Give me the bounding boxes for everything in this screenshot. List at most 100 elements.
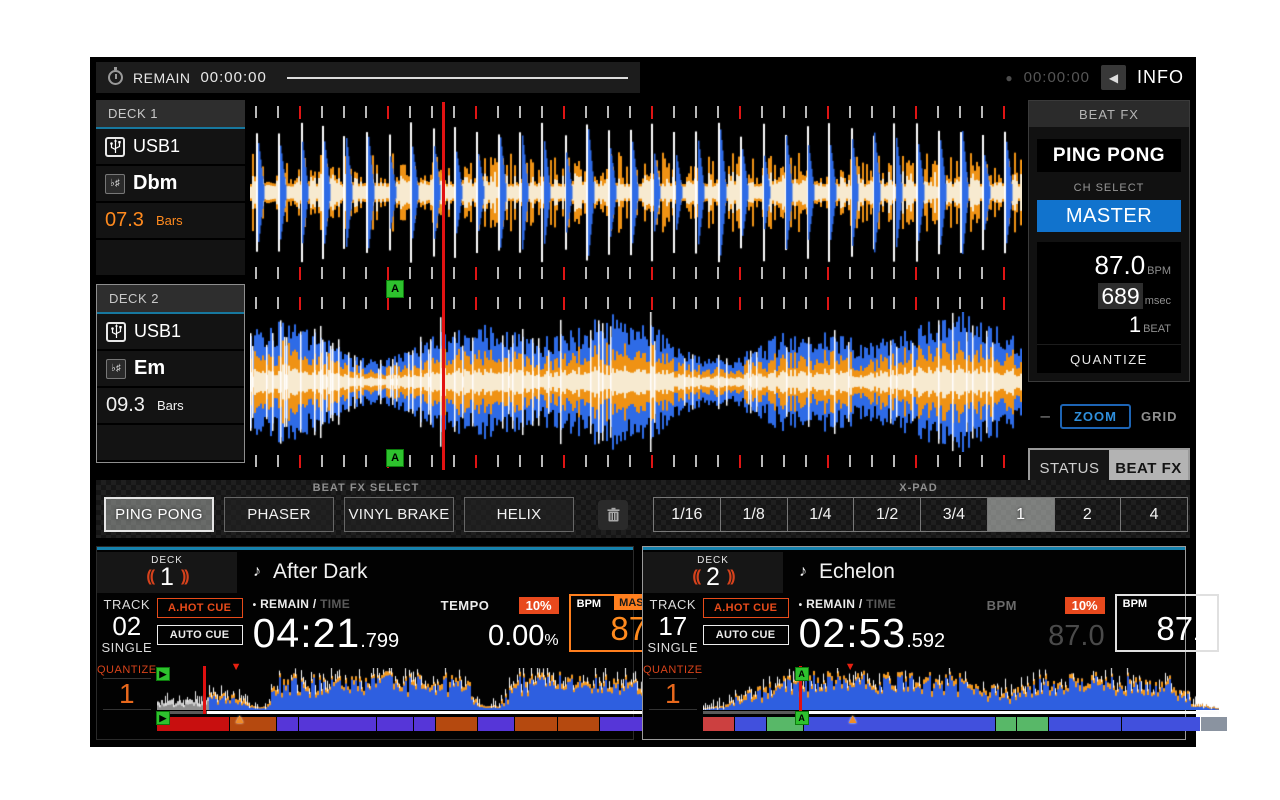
deck2-panel-title: DECK 2 (97, 285, 244, 314)
key-icon: ♭♯ (106, 359, 126, 379)
deck1-hot-cue-indicator: A.HOT CUE (157, 598, 243, 618)
remain-mode-label[interactable]: REMAIN (260, 597, 309, 611)
playhead-line (442, 102, 445, 470)
quantize-label: QUANTIZE (97, 664, 157, 676)
deck1-time-main: 04:21 (253, 610, 361, 656)
back-arrow-button[interactable]: ◀ (1101, 65, 1126, 90)
slash: / (313, 597, 317, 611)
deck2-source: USB1 (134, 321, 181, 342)
deck2-key-row: ♭♯ Em (97, 351, 244, 388)
fx-button-vinyl-brake[interactable]: VINYL BRAKE (344, 497, 454, 532)
music-note-icon: ♪ (799, 563, 807, 581)
overview-cue-marker: ▶ (156, 667, 170, 681)
xpad-2[interactable]: 2 (1054, 498, 1121, 531)
deck2-zoom-waveform (250, 312, 1022, 452)
grid-toggle-button[interactable]: GRID (1141, 409, 1178, 424)
deck1-info-panel[interactable]: DECK 1 USB1 ♭♯ Dbm 07.3 Bars (96, 100, 245, 277)
deck2-time-frac: .592 (906, 630, 945, 652)
key-icon: ♭♯ (105, 174, 125, 194)
deck1-track-number: 02 (97, 612, 157, 640)
usb-icon (106, 322, 126, 342)
phrase-cue-marker: A (795, 711, 809, 725)
phrase-marker-icon: ▲ (846, 711, 859, 726)
fx-button-ping-pong[interactable]: PING PONG (104, 497, 214, 532)
main-waveform-area[interactable]: A A (250, 100, 1022, 472)
trash-icon (606, 507, 621, 523)
usb-icon (105, 137, 125, 157)
time-mode-label[interactable]: TIME (866, 597, 896, 611)
remain-time: 00:00:00 (200, 69, 266, 86)
deck2-tempo-range-badge: 10% (1065, 597, 1105, 614)
music-note-icon: ♪ (253, 563, 261, 581)
zoom-toggle-button[interactable]: ZOOM (1060, 404, 1131, 429)
deck2-source-row: USB1 (97, 314, 244, 351)
deck1-play-mode: SINGLE (97, 640, 157, 655)
fx-button-phaser[interactable]: PHASER (224, 497, 334, 532)
deck2-bars-value: 09.3 (106, 394, 145, 417)
beatfx-select-label: BEAT FX SELECT (96, 482, 636, 494)
deck1-hotcue-a-marker: A (386, 280, 404, 298)
xpad-cells: 1/16 1/8 1/4 1/2 3/4 1 2 4 (653, 497, 1188, 532)
deck1-empty-row (96, 240, 245, 277)
time-mode-label[interactable]: TIME (320, 597, 350, 611)
beatfx-title: BEAT FX (1029, 101, 1189, 127)
beatfx-msec-unit: msec (1145, 295, 1171, 307)
phrase-marker-icon: ▲ (233, 711, 246, 726)
beatfx-values: 87.0BPM 689msec 1BEAT (1037, 242, 1181, 344)
record-indicator-icon: ● (1005, 71, 1012, 85)
xpad-1-8[interactable]: 1/8 (720, 498, 787, 531)
deck2-info-row: A.HOT CUE AUTO CUE • REMAIN / TIME 02:53… (703, 594, 1219, 658)
deck1-status-panel[interactable]: DECK (( 1 )) ♪ After Dark TRACK 02 SINGL… (96, 546, 634, 740)
xpad-1-4[interactable]: 1/4 (787, 498, 854, 531)
deck2-status-panel[interactable]: DECK (( 2 )) ♪ Echelon TRACK 17 SINGLE Q… (642, 546, 1186, 740)
deck1-zoom-waveform (250, 122, 1022, 263)
deck1-badge: DECK (( 1 )) (97, 552, 237, 593)
deck1-bars-unit: Bars (156, 213, 183, 228)
deck2-overview-waveform[interactable]: ▼▲AA (703, 665, 1219, 731)
deck1-tempo-value: 0.00 (488, 620, 544, 652)
deck2-track-col: TRACK 17 SINGLE QUANTIZE 1 (643, 594, 703, 737)
deck2-track-number: 17 (643, 612, 703, 640)
deck2-bars-unit: Bars (157, 398, 184, 413)
xpad-3-4[interactable]: 3/4 (920, 498, 987, 531)
deck1-overview-canvas (157, 668, 673, 710)
deck2-overview-canvas (703, 668, 1219, 710)
deck2-time-main: 02:53 (799, 610, 907, 656)
deck2-quantize-value: 1 (649, 678, 697, 710)
deck2-empty-row (97, 425, 244, 462)
zoom-minus[interactable]: – (1041, 406, 1050, 426)
xpad-1-16[interactable]: 1/16 (654, 498, 720, 531)
deck2-info-panel[interactable]: DECK 2 USB1 ♭♯ Em 09.3 Bars (96, 284, 245, 463)
xpad-1-2[interactable]: 1/2 (853, 498, 920, 531)
xpad-4[interactable]: 4 (1120, 498, 1187, 531)
beatfx-bpm-value: 87.0 (1095, 250, 1146, 280)
overview-cue-marker: A (795, 667, 809, 681)
deck1-track-title: After Dark (273, 560, 368, 584)
deck2-progress-line (703, 711, 1219, 714)
trash-button[interactable] (598, 500, 628, 530)
remain-mode-label[interactable]: REMAIN (806, 597, 855, 611)
deck2-bpm-value: 87 (1156, 610, 1193, 647)
deck2-beat-ticks-top (250, 297, 1022, 310)
deck2-key: Em (134, 357, 165, 380)
cue-triangle-icon: ▼ (231, 661, 242, 673)
deck1-source-row: USB1 (96, 129, 245, 166)
beatfx-effect-name: PING PONG (1037, 139, 1181, 172)
deck1-overview-waveform[interactable]: ▼▲▶▶ (157, 665, 673, 731)
info-label: INFO (1137, 67, 1184, 88)
left-arc-icon: (( (146, 566, 153, 588)
cue-triangle-icon: ▼ (845, 661, 856, 673)
fx-button-helix[interactable]: HELIX (464, 497, 574, 532)
bpm-ghost-label: BPM (987, 598, 1017, 613)
beatfx-msec-value[interactable]: 689 (1098, 283, 1142, 309)
deck2-play-mode: SINGLE (643, 640, 703, 655)
remain-label: REMAIN (133, 70, 190, 86)
deck2-progress-played (703, 711, 804, 714)
xpad-1[interactable]: 1 (987, 498, 1054, 531)
quantize-label: QUANTIZE (643, 664, 703, 676)
deck1-key: Dbm (133, 172, 177, 195)
dj-display: REMAIN 00:00:00 ● 00:00:00 ◀ INFO DECK 1… (90, 57, 1196, 747)
channel-select-button[interactable]: MASTER (1037, 200, 1181, 232)
deck2-phrase-bar (703, 717, 1219, 731)
deck1-time-frac: .799 (360, 630, 399, 652)
